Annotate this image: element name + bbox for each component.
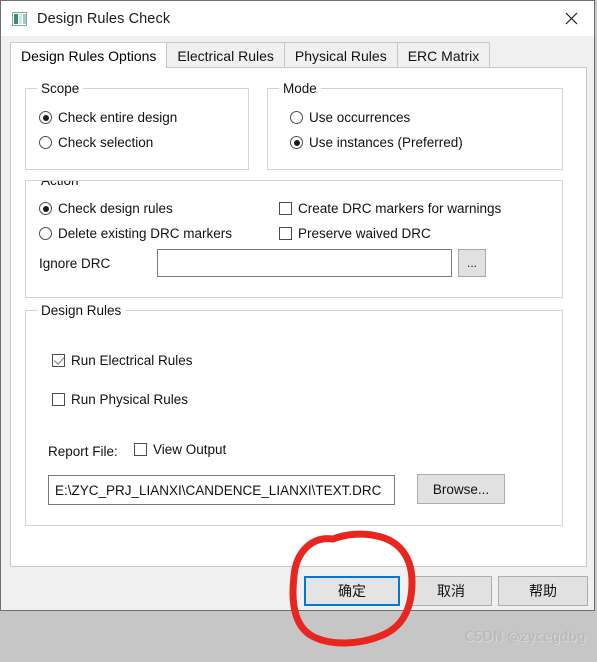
checkbox-icon [279, 227, 292, 240]
checkbox-preserve-waived-drc[interactable]: Preserve waived DRC [279, 226, 431, 241]
scope-group: Scope Check entire design Check selectio… [25, 81, 249, 170]
radio-check-design-rules[interactable]: Check design rules [39, 201, 173, 216]
design-rules-group: Design Rules Run Electrical Rules Run Ph… [25, 303, 563, 526]
action-group-label: Action [37, 181, 83, 188]
checkbox-label: Preserve waived DRC [298, 226, 431, 241]
help-button[interactable]: 帮助 [498, 576, 588, 606]
checkbox-icon [52, 354, 65, 367]
watermark: CSDN @zycegdbg [465, 630, 587, 645]
cancel-button[interactable]: 取消 [410, 576, 492, 606]
ok-button[interactable]: 确定 [304, 576, 400, 606]
radio-label: Check design rules [58, 201, 173, 216]
radio-label: Delete existing DRC markers [58, 226, 233, 241]
checkbox-run-physical-rules[interactable]: Run Physical Rules [52, 392, 188, 407]
ignore-drc-browse-button[interactable]: ... [458, 249, 486, 277]
design-rules-group-label: Design Rules [37, 303, 126, 318]
report-file-path-input[interactable]: E:\ZYC_PRJ_LIANXI\CANDENCE_LIANXI\TEXT.D… [48, 475, 395, 505]
report-file-label: Report File: [48, 444, 118, 459]
radio-delete-existing-drc-markers[interactable]: Delete existing DRC markers [39, 226, 232, 241]
radio-icon [290, 136, 303, 149]
action-group: Action Check design rules Delete existin… [25, 180, 563, 298]
radio-use-instances[interactable]: Use instances (Preferred) [290, 135, 463, 150]
checkbox-label: Run Physical Rules [71, 392, 189, 407]
browse-button[interactable]: Browse... [417, 474, 505, 504]
ignore-drc-label: Ignore DRC [39, 256, 111, 271]
tab-physical-rules[interactable]: Physical Rules [283, 42, 398, 68]
radio-icon [290, 111, 303, 124]
close-icon[interactable] [548, 1, 594, 36]
title-bar: Design Rules Check [1, 1, 594, 36]
radio-label: Use occurrences [309, 110, 411, 125]
checkbox-icon [52, 393, 65, 406]
radio-icon [39, 202, 52, 215]
checkbox-create-drc-markers-for-warnings[interactable]: Create DRC markers for warnings [279, 201, 501, 216]
design-rules-options-panel: Scope Check entire design Check selectio… [10, 67, 587, 567]
radio-check-selection[interactable]: Check selection [39, 135, 153, 150]
tab-electrical-rules[interactable]: Electrical Rules [166, 42, 285, 68]
radio-label: Check entire design [58, 110, 178, 125]
design-rules-check-dialog: Design Rules Check Design Rules Options … [0, 0, 595, 611]
ignore-drc-input[interactable] [157, 249, 452, 277]
checkbox-icon [279, 202, 292, 215]
checkbox-label: Create DRC markers for warnings [298, 201, 502, 216]
radio-icon [39, 111, 52, 124]
mode-group: Mode Use occurrences Use instances (Pref… [267, 81, 563, 170]
radio-icon [39, 227, 52, 240]
tab-erc-matrix[interactable]: ERC Matrix [396, 42, 491, 68]
scope-group-label: Scope [37, 81, 84, 96]
mode-group-label: Mode [279, 81, 321, 96]
radio-label: Use instances (Preferred) [309, 135, 463, 150]
window-title: Design Rules Check [37, 10, 171, 27]
checkbox-run-electrical-rules[interactable]: Run Electrical Rules [52, 353, 193, 368]
app-icon [12, 11, 27, 26]
checkbox-label: Run Electrical Rules [71, 353, 193, 368]
radio-label: Check selection [58, 135, 154, 150]
checkbox-view-output[interactable]: View Output [134, 442, 226, 457]
radio-icon [39, 136, 52, 149]
tab-design-rules-options[interactable]: Design Rules Options [10, 42, 168, 68]
checkbox-label: View Output [153, 442, 227, 457]
checkbox-icon [134, 443, 147, 456]
radio-check-entire-design[interactable]: Check entire design [39, 110, 177, 125]
radio-use-occurrences[interactable]: Use occurrences [290, 110, 410, 125]
tab-bar: Design Rules Options Electrical Rules Ph… [10, 42, 587, 68]
